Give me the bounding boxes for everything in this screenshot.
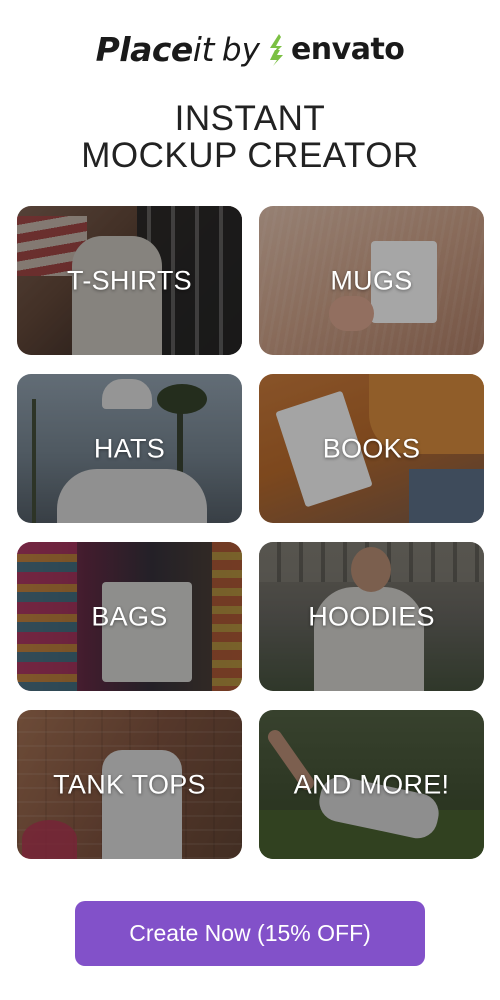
tile-label: HOODIES bbox=[308, 601, 435, 631]
tile-hats[interactable]: HATS bbox=[17, 374, 242, 523]
tile-books[interactable]: BOOKS bbox=[259, 374, 484, 523]
tile-label: T-SHIRTS bbox=[67, 265, 192, 295]
placeit-by-envato-logo[interactable]: Placeit by envato bbox=[0, 30, 500, 69]
headline-line-1: INSTANT bbox=[174, 99, 326, 138]
tile-label: AND MORE! bbox=[293, 769, 450, 799]
envato-wordmark: envato bbox=[290, 32, 405, 67]
placeit-wordmark: Placeit bbox=[95, 30, 215, 69]
page-headline: INSTANT MOCKUP CREATOR bbox=[0, 100, 500, 174]
headline-line-2: MOCKUP CREATOR bbox=[81, 136, 419, 175]
tile-label: BAGS bbox=[91, 601, 168, 631]
envato-leaf-icon bbox=[269, 33, 283, 66]
tile-mugs[interactable]: MUGS bbox=[259, 206, 484, 355]
ad-page: Placeit by envato INSTANT MOCKUP CREATOR… bbox=[0, 0, 500, 1000]
tile-tank-tops[interactable]: TANK TOPS bbox=[17, 710, 242, 859]
tile-label: MUGS bbox=[330, 265, 413, 295]
logo-by-text: by bbox=[221, 31, 260, 68]
tile-bags[interactable]: BAGS bbox=[17, 542, 242, 691]
tile-hoodies[interactable]: HOODIES bbox=[259, 542, 484, 691]
tile-label: HATS bbox=[93, 433, 166, 463]
tile-tshirts[interactable]: T-SHIRTS bbox=[17, 206, 242, 355]
create-now-button[interactable]: Create Now (15% OFF) bbox=[75, 901, 425, 966]
tile-and-more[interactable]: AND MORE! bbox=[259, 710, 484, 859]
tile-label: TANK TOPS bbox=[53, 769, 206, 799]
tile-label: BOOKS bbox=[322, 433, 421, 463]
